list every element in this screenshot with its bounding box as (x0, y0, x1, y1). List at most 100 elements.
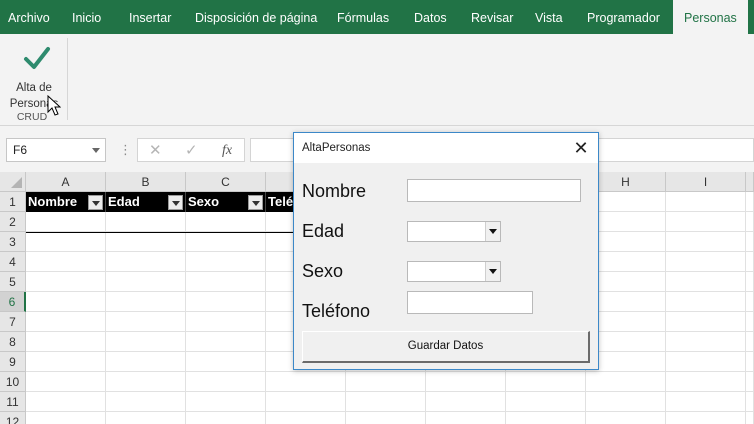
grid-cell[interactable] (746, 412, 754, 424)
tab-archivo[interactable]: Archivo (8, 0, 50, 34)
grid-cell[interactable] (746, 332, 754, 352)
grid-cell[interactable] (346, 392, 426, 412)
row-header[interactable]: 4 (0, 252, 26, 272)
grid-cell[interactable] (186, 372, 266, 392)
grid-cell[interactable] (746, 272, 754, 292)
guardar-datos-button[interactable]: Guardar Datos (302, 331, 590, 363)
tab-insertar[interactable]: Insertar (129, 0, 171, 34)
select-all-corner[interactable] (0, 172, 26, 192)
grid-cell[interactable] (586, 392, 666, 412)
grid-cell[interactable] (106, 392, 186, 412)
tab-revisar[interactable]: Revisar (471, 0, 513, 34)
grid-cell[interactable] (106, 212, 186, 232)
grid-cell[interactable] (346, 372, 426, 392)
filter-dropdown-icon[interactable] (88, 195, 103, 210)
grid-cell[interactable] (666, 252, 746, 272)
row-header[interactable]: 2 (0, 212, 26, 232)
grid-cell[interactable] (666, 392, 746, 412)
tab-datos[interactable]: Datos (414, 0, 447, 34)
row-header[interactable]: 5 (0, 272, 26, 292)
grid-cell[interactable] (186, 272, 266, 292)
grid-cell[interactable] (666, 312, 746, 332)
row-header[interactable]: 12 (0, 412, 26, 424)
column-header[interactable]: C (186, 172, 266, 192)
grid-cell[interactable] (26, 352, 106, 372)
tab-programador[interactable]: Programador (587, 0, 660, 34)
grid-cell[interactable] (266, 412, 346, 424)
grid-cell[interactable] (586, 372, 666, 392)
grid-cell[interactable] (106, 352, 186, 372)
grid-cell[interactable] (506, 412, 586, 424)
nombre-input[interactable] (407, 179, 581, 202)
grid-cell[interactable] (666, 212, 746, 232)
close-icon[interactable]: ✕ (570, 138, 592, 158)
grid-cell[interactable] (666, 412, 746, 424)
enter-check-icon[interactable]: ✓ (185, 141, 198, 161)
chevron-down-icon[interactable] (92, 148, 100, 153)
grid-cell[interactable] (186, 332, 266, 352)
grid-cell[interactable] (426, 372, 506, 392)
grid-cell[interactable] (186, 412, 266, 424)
grid-cell[interactable] (26, 212, 106, 232)
tab-inicio[interactable]: Inicio (72, 0, 101, 34)
grid-cell[interactable] (186, 232, 266, 252)
grid-cell[interactable] (666, 372, 746, 392)
grid-cell[interactable] (426, 412, 506, 424)
grid-cell[interactable] (266, 372, 346, 392)
grid-cell[interactable] (186, 292, 266, 312)
row-header[interactable]: 1 (0, 192, 26, 212)
grid-cell[interactable] (666, 332, 746, 352)
grid-cell[interactable] (746, 212, 754, 232)
row-header[interactable]: 9 (0, 352, 26, 372)
tab-formulas[interactable]: Fórmulas (337, 0, 389, 34)
grid-cell[interactable] (666, 192, 746, 212)
column-header[interactable]: A (26, 172, 106, 192)
grid-cell[interactable] (186, 212, 266, 232)
grid-cell[interactable] (506, 392, 586, 412)
grid-cell[interactable] (666, 272, 746, 292)
grid-cell[interactable] (26, 332, 106, 352)
vertical-dots-icon[interactable]: ⋮ (119, 140, 132, 160)
grid-cell[interactable] (106, 232, 186, 252)
insert-function-icon[interactable]: fx (222, 141, 232, 161)
column-header[interactable] (746, 172, 754, 192)
chevron-down-icon[interactable] (485, 262, 500, 281)
grid-cell[interactable] (26, 292, 106, 312)
grid-cell[interactable] (746, 392, 754, 412)
grid-cell[interactable] (506, 372, 586, 392)
column-header[interactable]: B (106, 172, 186, 192)
grid-cell[interactable] (746, 352, 754, 372)
grid-cell[interactable] (746, 292, 754, 312)
grid-cell[interactable] (746, 312, 754, 332)
grid-cell[interactable] (106, 272, 186, 292)
grid-cell[interactable] (106, 312, 186, 332)
tab-disposicion-de-pagina[interactable]: Disposición de página (195, 0, 317, 34)
grid-cell[interactable] (746, 252, 754, 272)
row-header[interactable]: 3 (0, 232, 26, 252)
grid-cell[interactable] (746, 372, 754, 392)
grid-cell[interactable] (26, 392, 106, 412)
row-header[interactable]: 7 (0, 312, 26, 332)
grid-cell[interactable] (106, 292, 186, 312)
grid-cell[interactable] (266, 392, 346, 412)
grid-cell[interactable] (26, 272, 106, 292)
grid-cell[interactable] (746, 232, 754, 252)
edad-select[interactable] (407, 221, 501, 242)
grid-cell[interactable] (106, 332, 186, 352)
grid-cell[interactable] (746, 192, 754, 212)
tab-personas[interactable]: Personas (673, 0, 748, 34)
grid-cell[interactable] (426, 392, 506, 412)
row-header[interactable]: 10 (0, 372, 26, 392)
grid-cell[interactable] (26, 412, 106, 424)
row-header[interactable]: 11 (0, 392, 26, 412)
dialog-title-bar[interactable]: AltaPersonas ✕ (294, 133, 598, 163)
grid-cell[interactable] (26, 312, 106, 332)
grid-cell[interactable] (106, 252, 186, 272)
filter-dropdown-icon[interactable] (168, 195, 183, 210)
telefono-input[interactable] (407, 291, 533, 314)
grid-cell[interactable] (186, 352, 266, 372)
tab-vista[interactable]: Vista (535, 0, 563, 34)
cancel-icon[interactable]: ✕ (149, 141, 162, 161)
grid-cell[interactable] (586, 412, 666, 424)
grid-cell[interactable] (666, 292, 746, 312)
